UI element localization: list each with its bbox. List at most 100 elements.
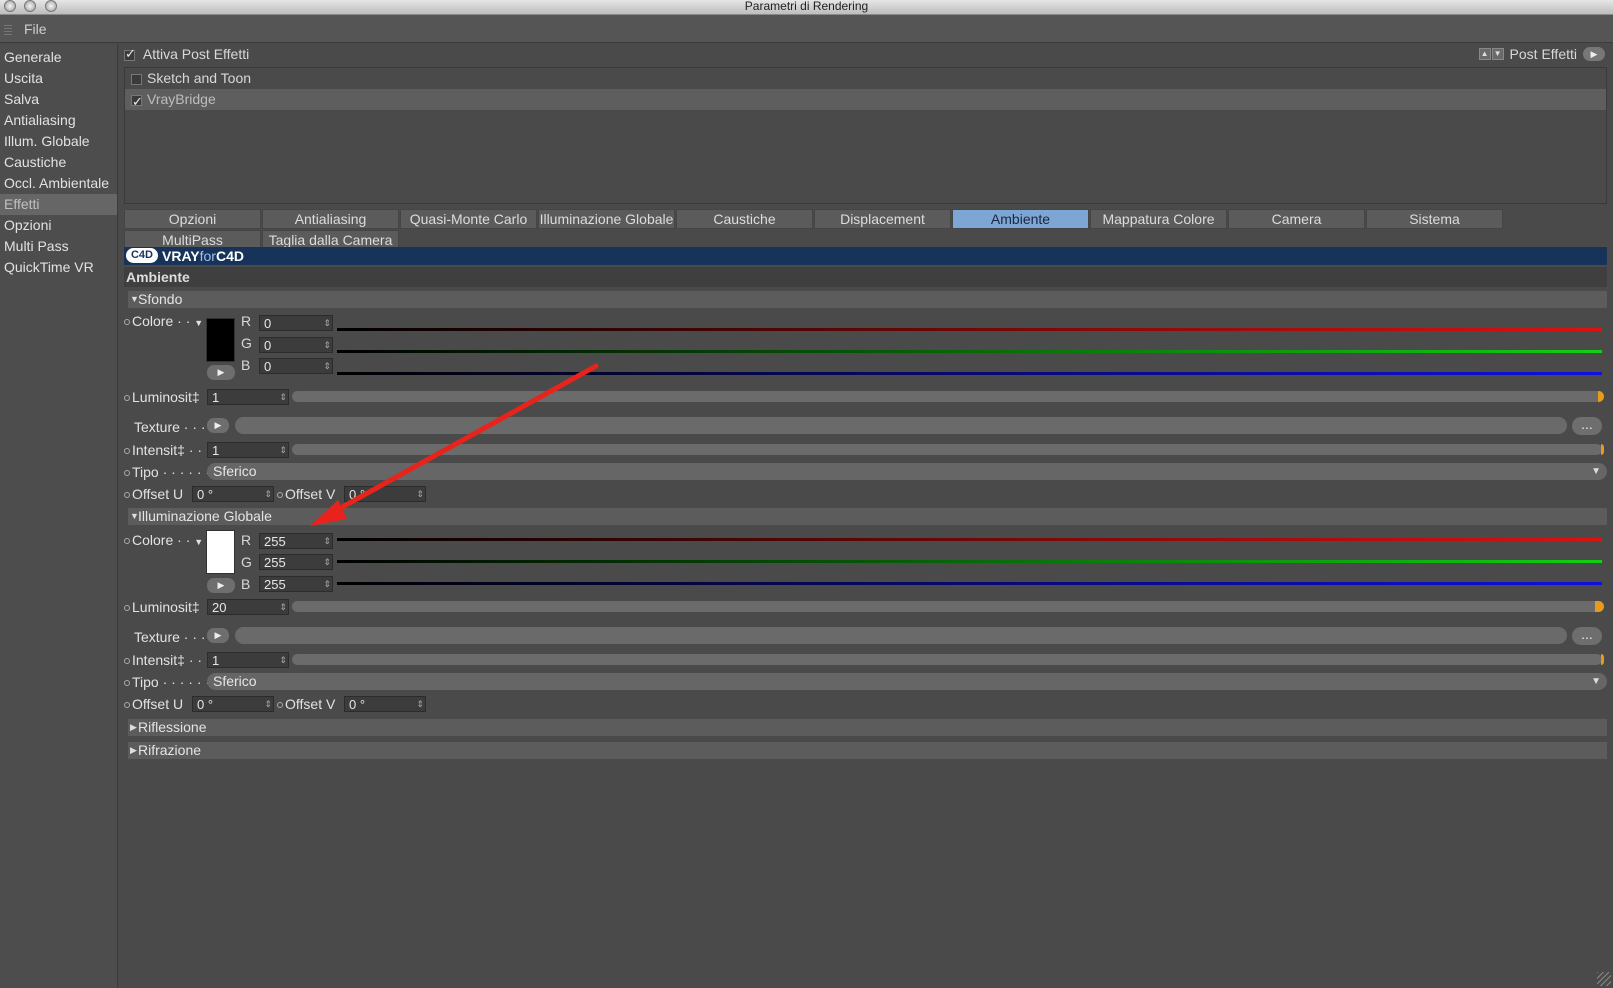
sidebar-item-generale[interactable]: Generale (0, 47, 117, 68)
label-text: Offset U (132, 696, 184, 712)
animate-dot-icon[interactable] (124, 680, 130, 687)
illum-g-field[interactable]: 255 (259, 554, 333, 570)
sfondo-texture-field[interactable] (235, 417, 1567, 434)
sidebar-item-effetti[interactable]: Effetti (0, 194, 117, 215)
list-item-vraybridge[interactable]: VrayBridge (125, 89, 1606, 112)
sidebar-item-caustiche[interactable]: Caustiche (0, 152, 117, 173)
up-arrow-icon[interactable]: ▲ (1478, 48, 1491, 60)
illum-b-slider[interactable] (337, 582, 1602, 585)
group-illuminazione-globale[interactable]: ▼ Illuminazione Globale (128, 508, 1607, 525)
illum-texture-browse-button[interactable]: ... (1572, 627, 1602, 645)
dropdown-triangle-icon[interactable]: ▼ (194, 537, 203, 547)
illum-color-swatch[interactable] (206, 530, 235, 574)
sfondo-texture-menu-button[interactable]: ▶ (207, 418, 229, 433)
group-title: Riflessione (138, 719, 207, 735)
window-title: Parametri di Rendering (744, 0, 869, 13)
sketch-and-toon-checkbox[interactable] (131, 73, 142, 85)
dropdown-triangle-icon[interactable]: ▼ (194, 318, 203, 328)
sfondo-r-field[interactable]: 0 (259, 315, 333, 331)
label-text: Intensit‡ (132, 442, 185, 458)
sidebar-item-quicktime-vr[interactable]: QuickTime VR (0, 257, 117, 278)
illum-luminosita-field[interactable]: 20 (207, 599, 289, 615)
grip-icon[interactable] (4, 23, 12, 35)
sfondo-g-field[interactable]: 0 (259, 337, 333, 353)
illum-b-field[interactable]: 255 (259, 576, 333, 592)
sfondo-luminosita-field[interactable]: 1 (207, 389, 289, 405)
down-arrow-icon[interactable]: ▼ (1491, 48, 1504, 60)
sidebar-item-uscita[interactable]: Uscita (0, 68, 117, 89)
label-text: Texture (134, 629, 180, 645)
illum-tipo-select[interactable]: Sferico ▼ (207, 673, 1607, 690)
vraybridge-checkbox[interactable] (131, 91, 143, 112)
sfondo-color-expand-button[interactable]: ▶ (207, 365, 235, 380)
tab-antialiasing[interactable]: Antialiasing (262, 209, 399, 229)
sfondo-intensita-slider[interactable] (292, 444, 1604, 455)
sidebar-item-illum-globale[interactable]: Illum. Globale (0, 131, 117, 152)
illum-r-slider[interactable] (337, 538, 1602, 541)
group-sfondo[interactable]: ▼ Sfondo (128, 291, 1607, 308)
tab-caustiche[interactable]: Caustiche (676, 209, 813, 229)
sidebar-item-occl-ambientale[interactable]: Occl. Ambientale (0, 173, 117, 194)
illum-g-slider[interactable] (337, 560, 1602, 563)
sfondo-offset-u-field[interactable]: 0 ° (192, 486, 274, 502)
animate-dot-icon[interactable] (124, 605, 130, 612)
animate-dot-icon[interactable] (124, 492, 130, 499)
animate-dot-icon[interactable] (124, 448, 130, 455)
sfondo-r-slider[interactable] (337, 328, 1602, 331)
sidebar-item-antialiasing[interactable]: Antialiasing (0, 110, 117, 131)
tab-ambiente[interactable]: Ambiente (952, 209, 1089, 229)
post-effects-menu-button[interactable]: ▶ (1583, 47, 1605, 61)
slider-knob[interactable] (1595, 601, 1604, 612)
slider-knob[interactable] (1601, 654, 1604, 665)
animate-dot-icon[interactable] (124, 702, 130, 709)
illum-r-field[interactable]: 255 (259, 533, 333, 549)
group-riflessione[interactable]: ▶ Riflessione (128, 719, 1607, 736)
enable-post-effects-checkbox[interactable] (124, 46, 136, 62)
sfondo-g-slider[interactable] (337, 350, 1602, 353)
sidebar-item-multi-pass[interactable]: Multi Pass (0, 236, 117, 257)
sidebar-item-salva[interactable]: Salva (0, 89, 117, 110)
post-effects-list: Sketch and Toon VrayBridge (124, 67, 1607, 204)
sfondo-texture-browse-button[interactable]: ... (1572, 417, 1602, 435)
tab-opzioni[interactable]: Opzioni (124, 209, 261, 229)
sfondo-b-slider[interactable] (337, 372, 1602, 375)
sidebar-item-opzioni[interactable]: Opzioni (0, 215, 117, 236)
tab-illuminazione-globale[interactable]: Illuminazione Globale (538, 209, 675, 229)
post-effects-menu-label[interactable]: Post Effetti (1510, 46, 1577, 62)
illum-luminosita-slider[interactable] (292, 601, 1604, 612)
sfondo-intensita-field[interactable]: 1 (207, 442, 289, 458)
menu-file[interactable]: File (24, 21, 47, 37)
animate-dot-icon[interactable] (277, 702, 283, 709)
illum-intensita-field[interactable]: 1 (207, 652, 289, 668)
illum-texture-field[interactable] (235, 627, 1567, 644)
tab-camera[interactable]: Camera (1228, 209, 1365, 229)
vray-banner: C4D VRAYforC4D (124, 247, 1607, 265)
resize-grip-icon[interactable] (1597, 972, 1611, 986)
group-rifrazione[interactable]: ▶ Rifrazione (128, 742, 1607, 759)
illum-texture-menu-button[interactable]: ▶ (207, 628, 229, 643)
tab-sistema[interactable]: Sistema (1366, 209, 1503, 229)
group-title: Rifrazione (138, 742, 202, 758)
animate-dot-icon[interactable] (124, 319, 130, 326)
list-item-sketch-and-toon[interactable]: Sketch and Toon (125, 68, 1606, 89)
illum-offset-u-field[interactable]: 0 ° (192, 696, 274, 712)
vray-brand-b: for (199, 248, 216, 264)
animate-dot-icon[interactable] (277, 492, 283, 499)
sfondo-offset-v-field[interactable]: 0 ° (344, 486, 426, 502)
sfondo-b-field[interactable]: 0 (259, 358, 333, 374)
sfondo-luminosita-slider[interactable] (292, 391, 1604, 402)
animate-dot-icon[interactable] (124, 658, 130, 665)
animate-dot-icon[interactable] (124, 538, 130, 545)
illum-offset-v-field[interactable]: 0 ° (344, 696, 426, 712)
sfondo-tipo-select[interactable]: Sferico ▼ (207, 463, 1607, 480)
slider-knob[interactable] (1601, 444, 1604, 455)
tab-mappatura-colore[interactable]: Mappatura Colore (1090, 209, 1227, 229)
illum-color-expand-button[interactable]: ▶ (207, 578, 235, 593)
sfondo-color-swatch[interactable] (206, 318, 235, 362)
animate-dot-icon[interactable] (124, 470, 130, 477)
animate-dot-icon[interactable] (124, 395, 130, 402)
illum-intensita-slider[interactable] (292, 654, 1604, 665)
slider-knob[interactable] (1598, 391, 1604, 402)
tab-quasi-monte-carlo[interactable]: Quasi-Monte Carlo (400, 209, 537, 229)
tab-displacement[interactable]: Displacement (814, 209, 951, 229)
